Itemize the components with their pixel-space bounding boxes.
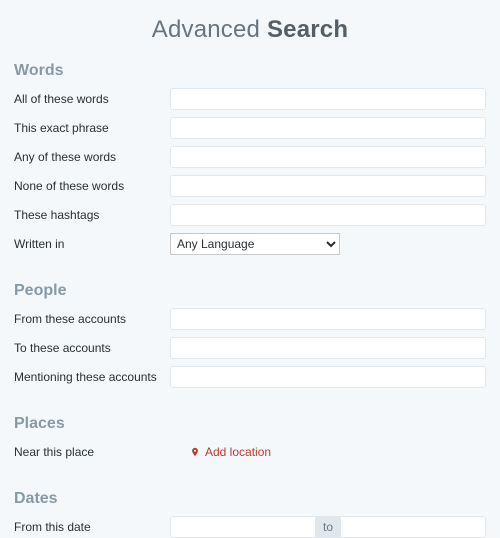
input-any-words[interactable]	[170, 146, 486, 168]
advanced-search-page: Advanced Search Words All of these words…	[0, 0, 500, 538]
row-any-words: Any of these words	[14, 146, 486, 168]
select-language[interactable]: Any Language	[170, 233, 340, 255]
map-pin-icon	[190, 445, 200, 459]
label-near-place: Near this place	[14, 445, 170, 459]
input-hashtags[interactable]	[170, 204, 486, 226]
label-any-words: Any of these words	[14, 150, 170, 164]
input-exact-phrase[interactable]	[170, 117, 486, 139]
section-places-heading: Places	[14, 415, 486, 433]
label-none-words: None of these words	[14, 179, 170, 193]
page-title: Advanced Search	[14, 16, 486, 44]
control-any-words	[170, 146, 486, 168]
control-mentioning-accounts	[170, 366, 486, 388]
date-range-group: to	[170, 516, 486, 538]
control-to-accounts	[170, 337, 486, 359]
add-location-label: Add location	[205, 445, 271, 459]
input-from-accounts[interactable]	[170, 308, 486, 330]
control-near-place: Add location	[170, 445, 486, 459]
control-language: Any Language	[170, 233, 486, 255]
section-people-heading: People	[14, 282, 486, 300]
row-to-accounts: To these accounts	[14, 337, 486, 359]
label-hashtags: These hashtags	[14, 208, 170, 222]
input-mentioning-accounts[interactable]	[170, 366, 486, 388]
control-exact-phrase	[170, 117, 486, 139]
input-date-to[interactable]	[341, 516, 486, 538]
label-from-date: From this date	[14, 520, 170, 534]
row-from-accounts: From these accounts	[14, 308, 486, 330]
control-none-words	[170, 175, 486, 197]
control-from-accounts	[170, 308, 486, 330]
control-hashtags	[170, 204, 486, 226]
row-exact-phrase: This exact phrase	[14, 117, 486, 139]
section-words-heading: Words	[14, 62, 486, 80]
label-language: Written in	[14, 237, 170, 251]
row-from-date: From this date to	[14, 516, 486, 538]
control-from-date: to	[170, 516, 486, 538]
input-date-from[interactable]	[170, 516, 315, 538]
date-separator: to	[315, 516, 341, 538]
label-to-accounts: To these accounts	[14, 341, 170, 355]
row-hashtags: These hashtags	[14, 204, 486, 226]
row-near-place: Near this place Add location	[14, 441, 486, 463]
label-exact-phrase: This exact phrase	[14, 121, 170, 135]
input-all-words[interactable]	[170, 88, 486, 110]
add-location-button[interactable]: Add location	[190, 445, 271, 459]
label-mentioning-accounts: Mentioning these accounts	[14, 370, 170, 384]
row-mentioning-accounts: Mentioning these accounts	[14, 366, 486, 388]
label-from-accounts: From these accounts	[14, 312, 170, 326]
row-none-words: None of these words	[14, 175, 486, 197]
label-all-words: All of these words	[14, 92, 170, 106]
section-dates-heading: Dates	[14, 490, 486, 508]
control-all-words	[170, 88, 486, 110]
input-to-accounts[interactable]	[170, 337, 486, 359]
title-prefix: Advanced	[152, 16, 267, 43]
row-language: Written in Any Language	[14, 233, 486, 255]
input-none-words[interactable]	[170, 175, 486, 197]
title-bold: Search	[267, 16, 348, 43]
row-all-words: All of these words	[14, 88, 486, 110]
